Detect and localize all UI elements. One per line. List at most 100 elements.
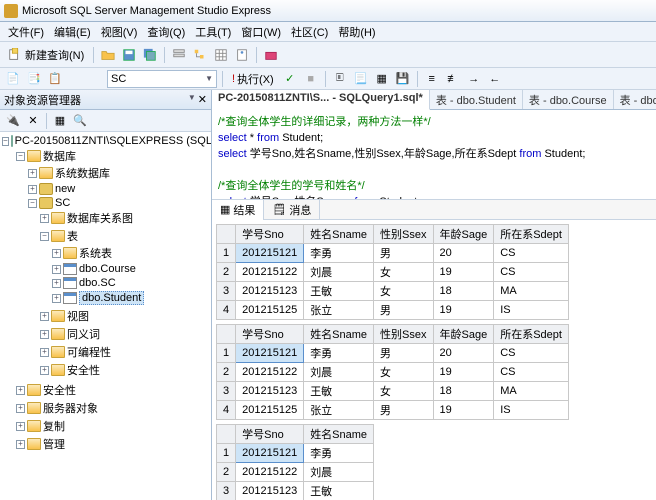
toggle-icon[interactable]: + [40,348,49,357]
tab-student[interactable]: 表 - dbo.Student [430,90,523,109]
cancel-button[interactable]: ■ [302,70,320,88]
refresh-button[interactable]: ▦ [51,112,69,130]
toggle-icon[interactable]: + [52,294,61,303]
toggle-icon[interactable]: + [40,312,49,321]
table-row[interactable]: 3201215123王敏女18MA [217,282,569,301]
tree-table-sc[interactable]: dbo.SC [79,277,116,289]
tree-replication[interactable]: 复制 [43,418,65,434]
results-to-grid-button[interactable]: ▦ [373,70,391,88]
comment-button[interactable]: ≡ [423,70,441,88]
toggle-icon[interactable]: + [16,422,25,431]
col-sdept[interactable]: 所在系Sdept [494,225,569,244]
tree-server[interactable]: PC-20150811ZNTI\SQLEXPRESS (SQL Ser [15,135,211,147]
menu-edit[interactable]: 编辑(E) [50,22,95,42]
summary-button[interactable] [212,46,230,64]
col-ssex[interactable]: 性别Ssex [374,225,433,244]
col-sno[interactable]: 学号Sno [236,225,304,244]
toggle-icon[interactable]: + [52,249,61,258]
tab-messages[interactable]: 🗒消息 [264,200,320,220]
results-to-text-button[interactable]: 📃 [352,70,370,88]
tab-sql-query[interactable]: PC-20150811ZNTI\S... - SQLQuery1.sql* [212,90,430,110]
result-grid-3[interactable]: 学号Sno姓名Sname 1201215121李勇 2201215122刘晨 3… [216,424,374,500]
results-pane[interactable]: 学号Sno姓名Sname性别Ssex年龄Sage所在系Sdept 1201215… [212,220,656,500]
tree-sys-db[interactable]: 系统数据库 [55,165,110,181]
table-row[interactable]: 1201215121李勇男20CS [217,244,569,263]
table-row[interactable]: 1201215121李勇男20CS [217,344,569,363]
tree-security[interactable]: 安全性 [43,382,76,398]
menu-view[interactable]: 视图(V) [97,22,142,42]
display-plan-button[interactable]: 🗉 [331,70,349,88]
table-row[interactable]: 1201215121李勇 [217,444,374,463]
tree-db-sc[interactable]: SC [55,197,70,209]
toggle-icon[interactable]: + [28,185,37,194]
menu-help[interactable]: 帮助(H) [334,22,379,42]
tree-sys-tables[interactable]: 系统表 [79,245,112,261]
tb2-btn1[interactable]: 📄 [4,70,22,88]
properties-button[interactable] [233,46,251,64]
tree-tables[interactable]: 表 [67,228,78,244]
menu-query[interactable]: 查询(Q) [143,22,189,42]
tree-db-new[interactable]: new [55,183,75,195]
tab-sc[interactable]: 表 - dbo.SC [614,90,656,109]
table-row[interactable]: 4201215125张立男19IS [217,301,569,320]
tree-synonyms[interactable]: 同义词 [67,326,100,342]
table-row[interactable]: 4201215125张立男19IS [217,401,569,420]
save-button[interactable] [120,46,138,64]
toggle-icon[interactable]: + [16,404,25,413]
table-row[interactable]: 2201215122刘晨女19CS [217,363,569,382]
sql-editor[interactable]: /*查询全体学生的详细记录，两种方法一样*/ select * from Stu… [212,110,656,200]
outdent-button[interactable]: ← [486,70,504,88]
tree-views[interactable]: 视图 [67,308,89,324]
tree-table-student[interactable]: dbo.Student [79,291,144,305]
table-row[interactable]: 3201215123王敏女18MA [217,382,569,401]
registered-servers-button[interactable] [170,46,188,64]
uncomment-button[interactable]: ≢ [444,70,462,88]
menu-window[interactable]: 窗口(W) [237,22,285,42]
table-row[interactable]: 2201215122刘晨女19CS [217,263,569,282]
col-sage[interactable]: 年龄Sage [433,225,494,244]
tree-server-obj[interactable]: 服务器对象 [43,400,98,416]
disconnect-button[interactable]: ✕ [24,112,42,130]
object-tree[interactable]: −PC-20150811ZNTI\SQLEXPRESS (SQL Ser −数据… [0,132,211,500]
tab-course[interactable]: 表 - dbo.Course [523,90,614,109]
toggle-icon[interactable]: − [28,199,37,208]
results-to-file-button[interactable]: 💾 [394,70,412,88]
parse-button[interactable]: ✓ [281,70,299,88]
toggle-icon[interactable]: − [16,152,25,161]
menu-community[interactable]: 社区(C) [287,22,332,42]
execute-button[interactable]: ! 执行(X) [228,70,278,88]
toggle-icon[interactable]: + [16,440,25,449]
toggle-icon[interactable]: + [40,330,49,339]
col-sname[interactable]: 姓名Sname [304,225,374,244]
toggle-icon[interactable]: − [40,232,49,241]
tab-results[interactable]: ▦结果 [212,200,264,220]
database-combo[interactable]: SC ▼ [107,70,217,88]
panel-close-icon[interactable]: ✕ [198,93,207,106]
tree-table-course[interactable]: dbo.Course [79,263,136,275]
toggle-icon[interactable]: + [16,386,25,395]
object-explorer-button[interactable] [191,46,209,64]
result-grid-1[interactable]: 学号Sno姓名Sname性别Ssex年龄Sage所在系Sdept 1201215… [216,224,569,320]
panel-dropdown-icon[interactable]: ▼ [188,93,196,106]
table-row[interactable]: 3201215123王敏 [217,482,374,500]
filter-button[interactable]: 🔍 [71,112,89,130]
toggle-icon[interactable]: − [2,137,9,146]
tree-databases[interactable]: 数据库 [43,148,76,164]
table-row[interactable]: 2201215122刘晨 [217,463,374,482]
tree-prog[interactable]: 可编程性 [67,344,111,360]
indent-button[interactable]: → [465,70,483,88]
tree-diagrams[interactable]: 数据库关系图 [67,210,133,226]
tree-management[interactable]: 管理 [43,436,65,452]
tree-sec[interactable]: 安全性 [67,362,100,378]
toggle-icon[interactable]: + [28,169,37,178]
tb2-btn3[interactable]: 📋 [46,70,64,88]
result-grid-2[interactable]: 学号Sno姓名Sname性别Ssex年龄Sage所在系Sdept 1201215… [216,324,569,420]
toggle-icon[interactable]: + [40,214,49,223]
toggle-icon[interactable]: + [52,265,61,274]
connect-button[interactable]: 🔌 [4,112,22,130]
toggle-icon[interactable]: + [40,366,49,375]
open-button[interactable] [99,46,117,64]
menu-file[interactable]: 文件(F) [4,22,48,42]
save-all-button[interactable] [141,46,159,64]
new-query-button[interactable]: 新建查询(N) [4,46,88,64]
